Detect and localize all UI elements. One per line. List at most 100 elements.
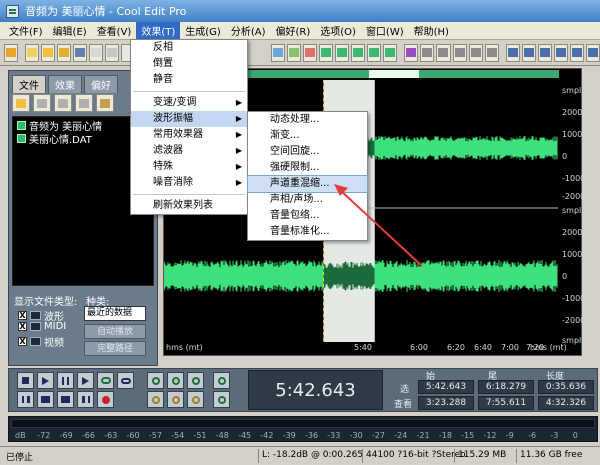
grid-tool-icon-2[interactable] <box>436 43 451 62</box>
menu-item-common-effects[interactable]: 常用效果器 ▶ <box>131 127 247 143</box>
midi-icon <box>30 322 41 331</box>
open-append-icon[interactable] <box>57 43 72 62</box>
record-button[interactable] <box>97 391 114 408</box>
view-tool-icon-2[interactable] <box>521 43 536 62</box>
menu-analyze[interactable]: 分析(A) <box>226 22 271 39</box>
menu-item-spatial[interactable]: 空间回旋... <box>248 144 367 160</box>
grid-tool-icon[interactable] <box>420 43 435 62</box>
go-to-start-button[interactable] <box>17 391 34 408</box>
menu-item-amplitude[interactable]: 波形振幅 ▶ <box>131 111 247 127</box>
menu-edit[interactable]: 编辑(E) <box>48 22 92 39</box>
play-button[interactable] <box>37 372 54 389</box>
auto-play-button[interactable]: 自动播放 <box>84 324 146 339</box>
view-tool-icon-3[interactable] <box>537 43 552 62</box>
level-label: -15 <box>461 431 475 440</box>
selection-begin-field[interactable]: 5:42.643 <box>418 380 474 394</box>
waveform-tool-icon-2[interactable] <box>335 43 350 62</box>
menu-item-refresh-effects[interactable]: 刷新效果列表 <box>131 198 247 214</box>
menu-file[interactable]: 文件(F) <box>4 22 48 39</box>
menu-item-time-pitch[interactable]: 变速/变调 ▶ <box>131 95 247 111</box>
tab-favorites[interactable]: 偏好 <box>84 75 118 93</box>
level-label: 0 <box>572 431 578 440</box>
menu-help[interactable]: 帮助(H) <box>409 22 454 39</box>
row-view-label: 查看 <box>394 400 413 410</box>
loop-button[interactable] <box>117 372 134 389</box>
view-tool-icon-6[interactable] <box>585 43 600 62</box>
menu-favorites[interactable]: 偏好(R) <box>270 22 315 39</box>
overview-viewport[interactable] <box>369 70 419 78</box>
level-label: -72 <box>37 431 51 440</box>
level-label: -39 <box>282 431 296 440</box>
save-icon[interactable] <box>73 43 88 62</box>
zoom-selection-icon[interactable] <box>187 391 204 408</box>
pause-button[interactable] <box>57 372 74 389</box>
time-label: 6:20 <box>447 343 465 352</box>
fast-forward-button[interactable] <box>57 391 74 408</box>
menu-item-dynamics[interactable]: 动态处理... <box>248 112 367 128</box>
waveform-tool-icon[interactable] <box>319 43 334 62</box>
zoom-full-icon[interactable] <box>187 372 204 389</box>
menu-window[interactable]: 窗口(W) <box>361 22 409 39</box>
stop-button[interactable] <box>17 372 34 389</box>
settings-icon[interactable] <box>96 94 114 112</box>
new-file-icon[interactable] <box>25 43 40 62</box>
waveform-tool-icon-5[interactable] <box>383 43 398 62</box>
zoom-right-icon[interactable] <box>167 391 184 408</box>
view-tool-icon-4[interactable] <box>553 43 568 62</box>
go-to-end-button[interactable] <box>77 391 94 408</box>
analyze-shortcut-icon[interactable] <box>303 43 318 62</box>
menu-item-special[interactable]: 特殊 ▶ <box>131 159 247 175</box>
menu-item-reverse[interactable]: 倒置 <box>131 56 247 72</box>
view-end-field[interactable]: 7:55.611 <box>478 396 534 410</box>
waveform-tool-icon-4[interactable] <box>367 43 382 62</box>
tab-effects[interactable]: 效果 <box>48 75 82 93</box>
menu-item-hard-limit[interactable]: 强硬限制... <box>248 160 367 176</box>
close-file-icon[interactable] <box>89 43 104 62</box>
open-file-icon[interactable] <box>41 43 56 62</box>
multitrack-toggle-icon[interactable] <box>4 43 19 62</box>
menu-item-invert[interactable]: 反相 <box>131 40 247 56</box>
open-file-icon[interactable] <box>12 94 30 112</box>
level-label: -9 <box>505 431 514 440</box>
grid-tool-icon-4[interactable] <box>468 43 483 62</box>
view-begin-field[interactable]: 3:23.288 <box>418 396 474 410</box>
zoom-out-icon[interactable] <box>167 372 184 389</box>
insert-icon[interactable] <box>75 94 93 112</box>
selection-length-field[interactable]: 0:35.636 <box>538 380 594 394</box>
print-icon[interactable] <box>105 43 120 62</box>
level-meter-bar <box>11 419 595 428</box>
play-looped-button[interactable] <box>97 372 114 389</box>
generate-shortcut-icon[interactable] <box>287 43 302 62</box>
menu-view[interactable]: 查看(V) <box>92 22 137 39</box>
full-path-button[interactable]: 完整路径 <box>84 341 146 356</box>
zoom-in-icon[interactable] <box>147 372 164 389</box>
view-length-field[interactable]: 4:32.326 <box>538 396 594 410</box>
menu-generate[interactable]: 生成(G) <box>180 22 226 39</box>
zoom-left-icon[interactable] <box>147 391 164 408</box>
menu-item-filters[interactable]: 滤波器 ▶ <box>131 143 247 159</box>
play-to-end-button[interactable] <box>77 372 94 389</box>
effects-shortcut-icon[interactable] <box>271 43 286 62</box>
type-midi-checkbox[interactable]: X MIDI <box>18 321 66 332</box>
menu-item-silence[interactable]: 静音 <box>131 72 247 88</box>
rewind-button[interactable] <box>37 391 54 408</box>
grid-tool-icon-5[interactable] <box>484 43 499 62</box>
zoom-vertical-out-icon[interactable] <box>213 391 230 408</box>
waveform-tool-icon-3[interactable] <box>351 43 366 62</box>
type-video-checkbox[interactable]: X 视频 <box>18 334 64 349</box>
view-tool-icon[interactable] <box>505 43 520 62</box>
menu-item-noise-reduction[interactable]: 噪音消除 ▶ <box>131 175 247 191</box>
selection-end-field[interactable]: 6:18.279 <box>478 380 534 394</box>
close-icon[interactable] <box>54 94 72 112</box>
zoom-vertical-in-icon[interactable] <box>213 372 230 389</box>
tab-files[interactable]: 文件 <box>12 75 46 93</box>
menu-item-fade[interactable]: 渐变... <box>248 128 367 144</box>
view-tool-icon-5[interactable] <box>569 43 584 62</box>
menu-options[interactable]: 选项(O) <box>315 22 361 39</box>
import-icon[interactable] <box>33 94 51 112</box>
scale-label: 0 <box>562 152 568 161</box>
grid-tool-icon-3[interactable] <box>452 43 467 62</box>
sort-select[interactable]: 最近的数据 <box>84 306 146 321</box>
menu-effects[interactable]: 效果(T) <box>136 22 181 39</box>
marker-tool-icon[interactable] <box>404 43 419 62</box>
